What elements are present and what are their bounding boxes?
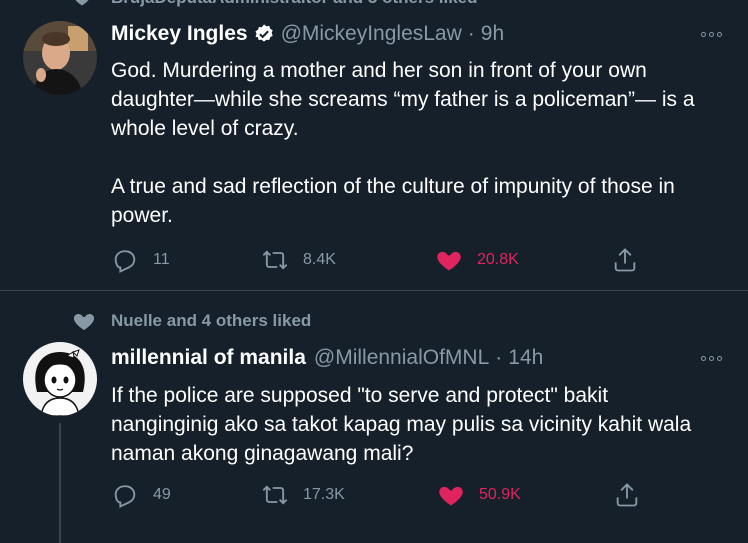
share-icon — [614, 248, 636, 272]
timestamp[interactable]: 9h — [481, 22, 504, 46]
like-icon — [437, 251, 461, 271]
like-count: 20.8K — [477, 251, 519, 268]
share-button[interactable] — [611, 245, 639, 275]
thread-line — [59, 423, 61, 543]
retweet-icon — [262, 485, 288, 505]
reply-button[interactable]: 11 — [111, 245, 170, 275]
retweet-count: 17.3K — [303, 486, 345, 503]
like-count: 50.9K — [479, 486, 521, 503]
tweet-text: God. Murdering a mother and her son in f… — [111, 56, 721, 230]
tweet-header: Mickey Ingles @MickeyInglesLaw · 9h — [111, 22, 504, 46]
share-icon — [616, 483, 638, 507]
tweet-paragraph: God. Murdering a mother and her son in f… — [111, 59, 695, 140]
author-handle[interactable]: @MillennialOfMNL — [314, 346, 489, 370]
social-context[interactable]: Nuelle and 4 others liked — [111, 311, 311, 331]
reply-icon — [114, 250, 136, 273]
avatar[interactable] — [23, 21, 97, 95]
reply-count: 11 — [153, 251, 170, 268]
timestamp[interactable]: 14h — [508, 346, 543, 370]
author-name[interactable]: Mickey Ingles — [111, 22, 248, 46]
retweet-button[interactable]: 8.4K — [261, 245, 336, 275]
share-button[interactable] — [613, 480, 641, 510]
reply-button[interactable]: 49 — [111, 480, 171, 510]
verified-icon — [255, 24, 273, 42]
author-name[interactable]: millennial of manila — [111, 346, 306, 370]
heart-icon — [73, 314, 95, 330]
tweet[interactable]: Mickey Ingles @MickeyInglesLaw · 9h God.… — [0, 0, 748, 291]
tweet-actions: 49 17.3K 50.9K — [111, 480, 651, 510]
tweet[interactable]: Nuelle and 4 others liked millennial of … — [0, 291, 748, 543]
tweet-header: millennial of manila @MillennialOfMNL · … — [111, 346, 543, 370]
separator: · — [467, 22, 475, 45]
like-button[interactable]: 50.9K — [437, 480, 521, 510]
retweet-count: 8.4K — [303, 251, 336, 268]
like-icon — [439, 486, 463, 506]
tweet-text: If the police are supposed "to serve and… — [111, 381, 711, 468]
reply-count: 49 — [153, 486, 171, 503]
avatar[interactable] — [23, 342, 97, 416]
retweet-icon — [262, 250, 288, 270]
tweet-actions: 11 8.4K 20.8K — [111, 245, 651, 275]
separator: · — [495, 346, 503, 369]
more-icon[interactable] — [698, 26, 724, 42]
tweet-paragraph: If the police are supposed "to serve and… — [111, 384, 692, 465]
tweet-paragraph: A true and sad reflection of the culture… — [111, 175, 675, 227]
more-icon[interactable] — [698, 350, 724, 366]
author-handle[interactable]: @MickeyInglesLaw — [281, 22, 462, 46]
like-button[interactable]: 20.8K — [435, 245, 519, 275]
retweet-button[interactable]: 17.3K — [261, 480, 345, 510]
reply-icon — [114, 485, 136, 508]
